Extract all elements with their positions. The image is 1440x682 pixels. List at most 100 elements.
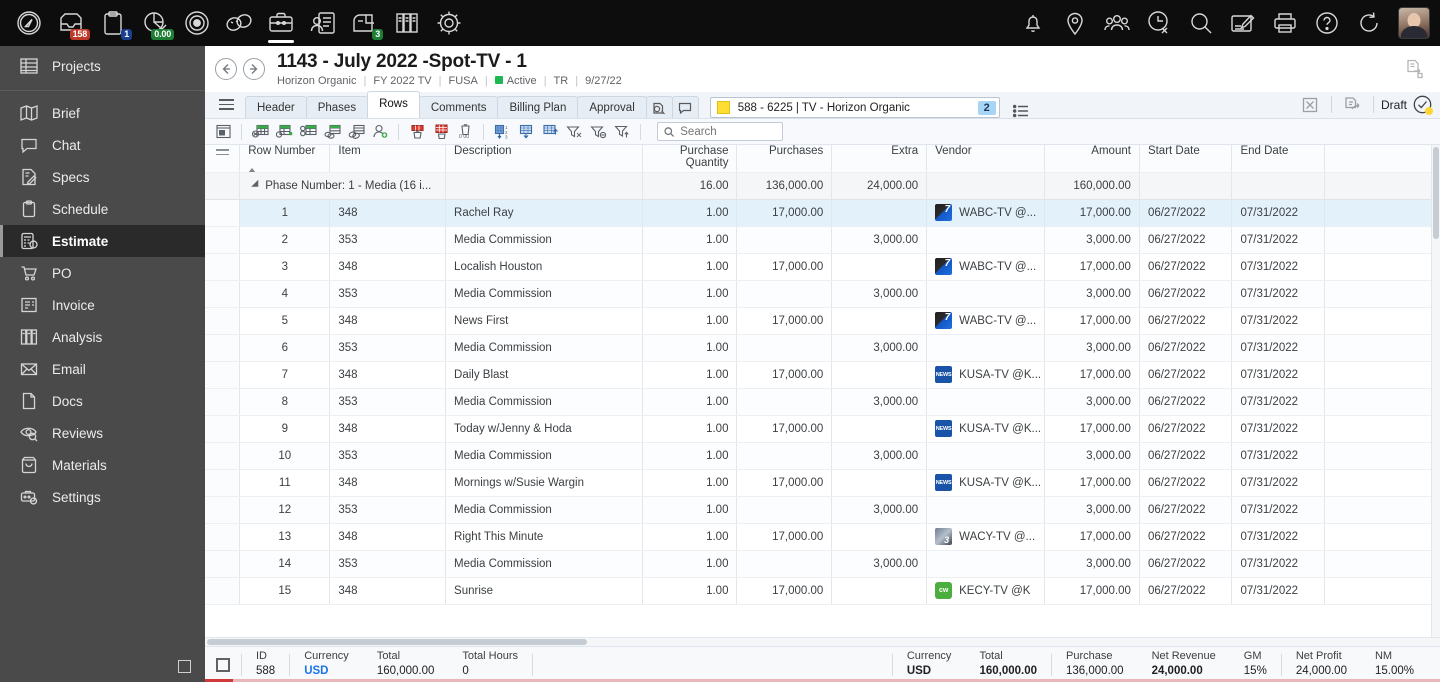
tab-rows[interactable]: Rows — [367, 91, 420, 118]
grid-menu-icon[interactable] — [213, 149, 231, 155]
avatar[interactable] — [1398, 7, 1430, 39]
row-handle[interactable] — [205, 523, 241, 551]
comment-tab-icon[interactable] — [671, 96, 699, 118]
insert-row-below-icon[interactable] — [272, 121, 296, 143]
back-arrow-icon[interactable] — [215, 58, 237, 80]
search-input[interactable] — [680, 125, 776, 138]
people-icon[interactable] — [1096, 0, 1138, 46]
copy-doc-icon[interactable] — [1402, 56, 1428, 82]
forward-arrow-icon[interactable] — [243, 58, 265, 80]
cell-amount[interactable]: 17,000.00 — [1044, 469, 1140, 497]
table-row[interactable]: 9348Today w/Jenny & Hoda1.0017,000.00KUS… — [205, 415, 1440, 443]
edit-card-icon[interactable] — [1222, 0, 1264, 46]
row-handle[interactable] — [205, 307, 241, 335]
table-row[interactable]: 15348Sunrise1.0017,000.00KECY-TV @K17,00… — [205, 577, 1440, 605]
cell-start-date[interactable]: 06/27/2022 — [1139, 307, 1233, 335]
cell-description[interactable]: Sunrise — [445, 577, 643, 605]
cell-description[interactable]: News First — [445, 307, 643, 335]
bell-icon[interactable] — [1012, 0, 1054, 46]
cell-row-number[interactable]: 1 — [239, 199, 331, 227]
cell-description[interactable]: Today w/Jenny & Hoda — [445, 415, 643, 443]
cell-row-number[interactable]: 11 — [239, 469, 331, 497]
cell-amount[interactable]: 17,000.00 — [1044, 253, 1140, 281]
cell-description[interactable]: Media Commission — [445, 388, 643, 416]
cell-end-date[interactable]: 07/31/2022 — [1231, 226, 1325, 254]
cell-blank[interactable] — [1324, 442, 1440, 470]
cell-extra[interactable]: 3,000.00 — [831, 388, 928, 416]
list-view-icon[interactable] — [1010, 104, 1032, 118]
sidebar-item-po[interactable]: PO — [0, 257, 205, 289]
cell-row-number[interactable]: 4 — [239, 280, 331, 308]
row-handle[interactable] — [205, 550, 241, 578]
cell-end-date[interactable]: 07/31/2022 — [1231, 199, 1325, 227]
cell-item[interactable]: 348 — [329, 469, 447, 497]
cell-description[interactable]: Media Commission — [445, 442, 643, 470]
sidebar-item-analysis[interactable]: Analysis — [0, 321, 205, 353]
mailbox-icon[interactable]: 3 — [344, 0, 386, 46]
table-row[interactable]: 6 353 Media Commission 1.00 3,000.00 3,000.00… — [205, 334, 1440, 362]
sidebar-item-chat[interactable]: Chat — [0, 129, 205, 161]
cell-item[interactable]: 348 — [329, 523, 447, 551]
gear-icon[interactable] — [428, 0, 470, 46]
column-header-purchases[interactable]: Purchases — [736, 145, 833, 173]
column-header-row-number[interactable]: Row Number — [239, 145, 331, 173]
cell-purchase-quantity[interactable]: 1.00 — [642, 280, 738, 308]
cell-end-date[interactable]: 07/31/2022 — [1231, 253, 1325, 281]
cell-row-number[interactable]: 2 — [239, 226, 331, 254]
search-icon[interactable] — [1180, 0, 1222, 46]
phase-group-row[interactable]: Phase Number: 1 - Media (16 i... 16.00 136… — [205, 172, 1440, 200]
target-icon[interactable] — [176, 0, 218, 46]
row-handle[interactable] — [205, 577, 241, 605]
copy-rows-icon[interactable] — [320, 121, 344, 143]
attachment-tab-icon[interactable] — [645, 96, 673, 118]
column-header-amount[interactable]: Amount — [1044, 145, 1140, 173]
cell-extra[interactable] — [831, 415, 928, 443]
cell-item[interactable]: 353 — [329, 334, 447, 362]
cell-blank[interactable] — [1324, 307, 1440, 335]
clear-values-icon[interactable]: 0 00 — [453, 121, 477, 143]
tab-billing-plan[interactable]: Billing Plan — [497, 96, 579, 118]
cell-amount[interactable]: 3,000.00 — [1044, 442, 1140, 470]
row-handle[interactable] — [205, 469, 241, 497]
help-icon[interactable] — [1306, 0, 1348, 46]
cell-vendor[interactable] — [926, 388, 1046, 416]
cell-vendor[interactable]: KUSA-TV @K... — [926, 361, 1046, 389]
table-row[interactable]: 11 348 Mornings w/Susie Wargin 1.00 17,000.0… — [205, 469, 1440, 497]
column-header-extra[interactable]: Extra — [831, 145, 928, 173]
cell-end-date[interactable]: 07/31/2022 — [1231, 550, 1325, 578]
cell-extra[interactable]: 3,000.00 — [831, 496, 928, 524]
cell-row-number[interactable]: 5 — [239, 307, 331, 335]
cell-blank[interactable] — [1324, 523, 1440, 551]
masks-icon[interactable] — [218, 0, 260, 46]
export-excel-icon[interactable] — [1297, 91, 1324, 118]
compass-icon[interactable] — [8, 0, 50, 46]
cell-purchases[interactable] — [736, 334, 833, 362]
delete-all-rows-icon[interactable] — [429, 121, 453, 143]
cell-amount[interactable]: 17,000.00 — [1044, 577, 1140, 605]
cell-description[interactable]: Media Commission — [445, 226, 643, 254]
row-handle[interactable] — [205, 361, 241, 389]
sidebar-item-schedule[interactable]: Schedule — [0, 193, 205, 225]
cell-blank[interactable] — [1324, 388, 1440, 416]
cell-item[interactable]: 348 — [329, 577, 447, 605]
table-row[interactable]: 2 353 Media Commission 1.00 3,000.00 3,000.00… — [205, 226, 1440, 254]
row-handle[interactable] — [205, 280, 241, 308]
cell-row-number[interactable]: 13 — [239, 523, 331, 551]
table-row[interactable]: 5348News First1.0017,000.00WABC-TV @...1… — [205, 307, 1440, 335]
cell-description[interactable]: Rachel Ray — [445, 199, 643, 227]
cell-description[interactable]: Right This Minute — [445, 523, 643, 551]
cell-purchases[interactable] — [736, 496, 833, 524]
sidebar-item-invoice[interactable]: Invoice — [0, 289, 205, 321]
binders-icon[interactable] — [386, 0, 428, 46]
cell-amount[interactable]: 17,000.00 — [1044, 307, 1140, 335]
row-handle[interactable] — [205, 253, 241, 281]
table-row[interactable]: 10 353 Media Commission 1.00 3,000.00 3,000.0… — [205, 442, 1440, 470]
cell-row-number[interactable]: 3 — [239, 253, 331, 281]
cell-row-number[interactable]: 8 — [239, 388, 331, 416]
cell-extra[interactable]: 3,000.00 — [831, 334, 928, 362]
cell-item[interactable]: 353 — [329, 496, 447, 524]
cell-start-date[interactable]: 06/27/2022 — [1139, 361, 1233, 389]
cell-item[interactable]: 353 — [329, 442, 447, 470]
delete-row-icon[interactable] — [405, 121, 429, 143]
cell-row-number[interactable]: 7 — [239, 361, 331, 389]
